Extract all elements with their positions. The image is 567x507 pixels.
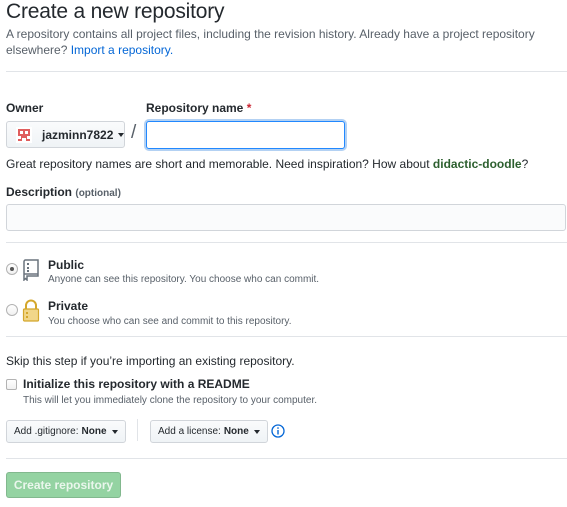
divider	[6, 242, 567, 243]
name-suggestion[interactable]: didactic-doodle	[433, 157, 522, 171]
public-option-title[interactable]: Public	[48, 258, 84, 272]
private-option-desc: You choose who can see and commit to thi…	[48, 316, 292, 327]
private-option-title[interactable]: Private	[48, 299, 88, 313]
private-radio[interactable]	[6, 304, 18, 316]
repository-name-label: Repository name *	[146, 101, 251, 115]
required-mark: *	[246, 101, 252, 115]
hint-suffix: ?	[521, 157, 529, 171]
public-radio[interactable]	[6, 263, 18, 275]
gitignore-value: None	[81, 426, 107, 437]
owner-username: jazminn7822	[42, 127, 114, 142]
info-icon[interactable]	[271, 424, 285, 443]
description-label-text: Description	[6, 185, 73, 199]
page-description: A repository contains all project files,…	[6, 26, 546, 58]
description-input[interactable]	[6, 204, 566, 231]
gitignore-select-button[interactable]: Add .gitignore: None	[6, 420, 126, 443]
repository-name-label-text: Repository name	[146, 101, 244, 115]
chevron-down-icon	[253, 429, 260, 434]
license-label: Add a license:	[158, 426, 221, 437]
repository-name-input[interactable]	[146, 121, 345, 149]
readme-note: This will let you immediately clone the …	[23, 395, 318, 406]
readme-label[interactable]: Initialize this repository with a README	[23, 377, 250, 391]
owner-repo-separator: /	[131, 122, 137, 143]
name-suggestion-hint: Great repository names are short and mem…	[6, 157, 528, 171]
license-select-button[interactable]: Add a license: None	[150, 420, 268, 443]
owner-select-button[interactable]: jazminn7822	[6, 121, 125, 148]
divider	[6, 336, 567, 337]
hint-text: Great repository names are short and mem…	[6, 157, 430, 171]
owner-label: Owner	[6, 101, 44, 115]
divider	[137, 419, 138, 441]
skip-step-note: Skip this step if you’re importing an ex…	[6, 354, 295, 368]
page-title: Create a new repository	[6, 0, 225, 23]
chevron-down-icon	[118, 132, 125, 137]
optional-label: (optional)	[75, 188, 121, 199]
chevron-down-icon	[111, 429, 118, 434]
divider	[6, 71, 567, 72]
import-repository-link[interactable]: Import a repository.	[71, 43, 173, 57]
avatar	[16, 126, 32, 143]
license-value: None	[223, 426, 249, 437]
create-repository-button[interactable]: Create repository	[6, 472, 121, 498]
description-label: Description (optional)	[6, 185, 121, 199]
repo-icon	[22, 259, 40, 286]
gitignore-label: Add .gitignore:	[14, 426, 79, 437]
readme-checkbox[interactable]	[6, 379, 17, 390]
public-option-desc: Anyone can see this repository. You choo…	[48, 274, 320, 285]
lock-icon	[22, 299, 40, 328]
divider	[6, 458, 567, 459]
